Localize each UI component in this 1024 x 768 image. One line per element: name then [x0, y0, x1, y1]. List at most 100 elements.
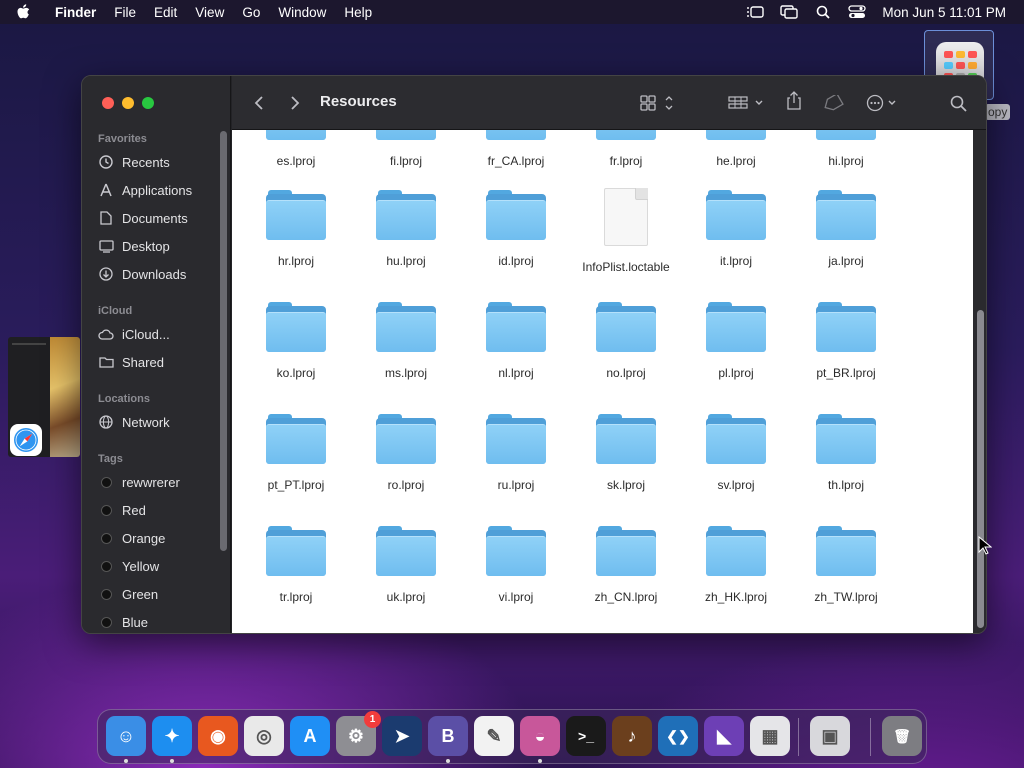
- sidebar-item-shared[interactable]: Shared: [98, 352, 164, 372]
- folder-icon: [486, 412, 546, 464]
- tag-icon[interactable]: [822, 92, 844, 114]
- app-glyph: A: [303, 725, 317, 746]
- mouse-cursor-icon: [978, 535, 993, 561]
- app-glyph: ◒: [534, 725, 546, 746]
- sidebar-tag-orange[interactable]: Orange: [98, 528, 165, 548]
- menu-file[interactable]: File: [105, 5, 145, 20]
- share-icon[interactable]: [786, 90, 802, 112]
- bbedit-app-icon[interactable]: B: [428, 716, 468, 756]
- app-store-app-icon[interactable]: A: [290, 716, 330, 756]
- folder-icon: [706, 300, 766, 352]
- file-item[interactable]: zh_TW.lproj: [791, 468, 901, 604]
- folder-icon: [376, 188, 436, 240]
- sidebar-tag-blue[interactable]: Blue: [98, 612, 148, 632]
- app-glyph: B: [441, 725, 455, 746]
- file-item[interactable]: vi.lproj: [461, 468, 571, 604]
- sidebar-item-documents[interactable]: Documents: [98, 208, 188, 228]
- control-center-icon[interactable]: [840, 0, 874, 24]
- app-glyph: ✎: [486, 725, 502, 746]
- menu-edit[interactable]: Edit: [145, 5, 186, 20]
- sidebar-tag-yellow[interactable]: Yellow: [98, 556, 159, 576]
- file-item[interactable]: tr.lproj: [241, 468, 351, 604]
- locations-header: Locations: [98, 393, 150, 405]
- safari-icon[interactable]: [10, 424, 42, 456]
- folder-icon: [706, 524, 766, 576]
- firefox-app-icon[interactable]: ◉: [198, 716, 238, 756]
- forward-chevron-icon[interactable]: [290, 92, 300, 114]
- safari-app-icon[interactable]: ✦: [152, 716, 192, 756]
- file-item[interactable]: zh_HK.lproj: [681, 468, 791, 604]
- spotlight-search-icon[interactable]: [806, 0, 840, 24]
- sidebar-tag-red[interactable]: Red: [98, 500, 146, 520]
- menu-window[interactable]: Window: [269, 5, 335, 20]
- terminal-app-icon[interactable]: >_: [566, 716, 606, 756]
- search-icon[interactable]: [950, 92, 967, 114]
- app-glyph: ◉: [210, 725, 226, 746]
- visual-studio-app-icon[interactable]: ◣: [704, 716, 744, 756]
- sidebar-tag-rewwrerer[interactable]: rewwrerer: [98, 472, 180, 492]
- tag-dot-icon: [100, 588, 112, 600]
- app-glyph: ⚙: [347, 725, 365, 746]
- shared-folder-icon: [98, 356, 114, 368]
- document-icon: [98, 211, 114, 225]
- sidebar-scrollbar[interactable]: [220, 131, 227, 551]
- textedit-app-icon[interactable]: ✎: [474, 716, 514, 756]
- notification-badge: 1: [364, 711, 381, 728]
- tag-dot-icon: [100, 532, 112, 544]
- folder-icon: [706, 188, 766, 240]
- cloud-icon: [98, 328, 114, 340]
- app-glyph: ❮❯: [666, 727, 690, 744]
- transmit-app-icon[interactable]: ➤: [382, 716, 422, 756]
- back-chevron-icon[interactable]: [254, 92, 264, 114]
- sidebar-tag-green[interactable]: Green: [98, 584, 158, 604]
- trash-app-icon[interactable]: 🗑: [882, 716, 922, 756]
- dock: ☺ ✦ ◉ ◎ A ⚙ 1 ➤ B ✎ ◒ >_ ♪ ❮❯ ◣ ▦ ▣ 🗑: [97, 709, 927, 764]
- sidebar-item-desktop[interactable]: Desktop: [98, 236, 170, 256]
- menu-help[interactable]: Help: [335, 5, 381, 20]
- launchpad-app-icon[interactable]: ▦: [750, 716, 790, 756]
- minimize-window-button[interactable]: [122, 97, 134, 109]
- sidebar-item-recents[interactable]: Recents: [98, 152, 170, 172]
- monterey-app-icon[interactable]: ◒: [520, 716, 560, 756]
- vscode-app-icon[interactable]: ❮❯: [658, 716, 698, 756]
- sidebar-item-applications[interactable]: Applications: [98, 180, 192, 200]
- favorites-header: Favorites: [98, 133, 147, 145]
- folder-icon: [486, 188, 546, 240]
- menu-view[interactable]: View: [186, 5, 233, 20]
- tag-dot-icon: [100, 476, 112, 488]
- folder-icon: [596, 412, 656, 464]
- apple-menu-icon[interactable]: [0, 4, 46, 20]
- scrollbar-thumb[interactable]: [977, 310, 984, 628]
- group-by-menu-icon[interactable]: [728, 92, 766, 114]
- screen-mirroring-icon[interactable]: [772, 0, 806, 24]
- menu-bar-clock[interactable]: Mon Jun 5 11:01 PM: [874, 5, 1024, 20]
- instruments-app-icon[interactable]: ♪: [612, 716, 652, 756]
- file-item[interactable]: uk.lproj: [351, 468, 461, 604]
- dock-separator: [798, 718, 799, 756]
- sidebar-item-downloads[interactable]: Downloads: [98, 264, 186, 284]
- sidebar-item-network[interactable]: Network: [98, 412, 170, 432]
- clock-icon: [98, 155, 114, 169]
- system-settings-app-icon[interactable]: ⚙ 1: [336, 711, 381, 756]
- desktop-icon: [98, 239, 114, 253]
- menu-app-name[interactable]: Finder: [46, 5, 105, 20]
- sidebar-item-icloud-drive[interactable]: iCloud...: [98, 324, 170, 344]
- app-glyph: >_: [578, 728, 594, 744]
- folder-icon: [376, 524, 436, 576]
- preview-app-icon[interactable]: ▣: [810, 716, 850, 756]
- more-actions-icon[interactable]: [866, 92, 900, 114]
- stage-manager-icon[interactable]: [738, 0, 772, 24]
- chrome-app-icon[interactable]: ◎: [244, 716, 284, 756]
- app-glyph: ▦: [761, 725, 779, 746]
- file-grid: es.lproj fi.lproj fr_CA.lproj fr.lproj he.lp…: [232, 130, 973, 633]
- menu-go[interactable]: Go: [233, 5, 269, 20]
- running-indicator: [446, 759, 450, 763]
- zoom-window-button[interactable]: [142, 97, 154, 109]
- finder-app-icon[interactable]: ☺: [106, 716, 146, 756]
- folder-icon: [266, 188, 326, 240]
- file-item[interactable]: zh_CN.lproj: [571, 468, 681, 604]
- folder-icon: [816, 524, 876, 576]
- close-window-button[interactable]: [102, 97, 114, 109]
- icon-view-toggle-icon[interactable]: [640, 92, 674, 114]
- icloud-header: iCloud: [98, 305, 133, 317]
